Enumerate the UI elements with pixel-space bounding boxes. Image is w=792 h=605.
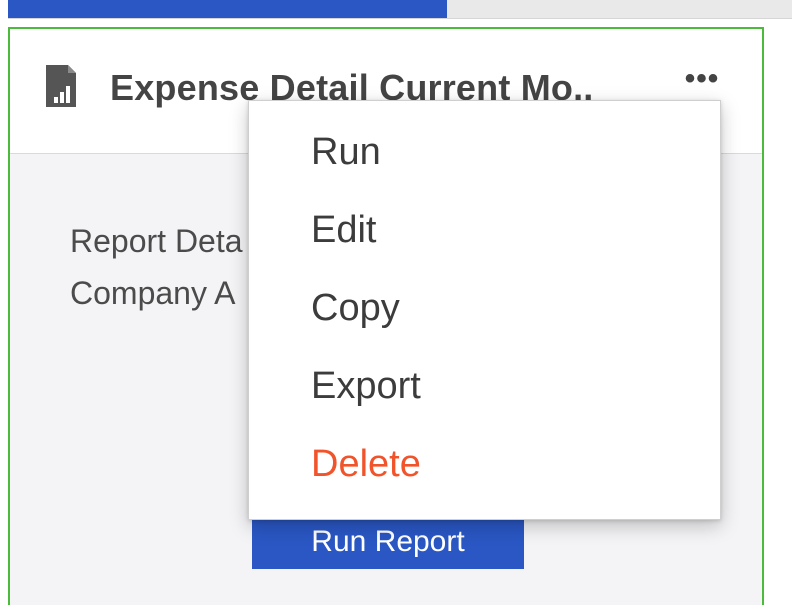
menu-item-edit[interactable]: Edit bbox=[311, 209, 376, 252]
report-description-line: Report Deta bbox=[70, 223, 243, 259]
report-description-line: Company A bbox=[70, 275, 236, 311]
progress-bar bbox=[8, 0, 792, 19]
menu-item-export[interactable]: Export bbox=[311, 365, 421, 408]
menu-item-copy[interactable]: Copy bbox=[311, 287, 400, 330]
page: Expense Detail Current Mo.. ••• Report D… bbox=[0, 0, 792, 605]
report-chart-icon bbox=[46, 65, 76, 107]
run-report-button[interactable]: Run Report bbox=[252, 513, 524, 569]
progress-bar-fill bbox=[8, 0, 448, 18]
menu-item-run[interactable]: Run bbox=[311, 131, 381, 174]
context-menu: Run Edit Copy Export Delete bbox=[248, 100, 721, 520]
report-description: Report Deta Company A bbox=[70, 215, 243, 319]
more-options-button[interactable]: ••• bbox=[678, 64, 726, 97]
menu-item-delete[interactable]: Delete bbox=[311, 443, 421, 486]
